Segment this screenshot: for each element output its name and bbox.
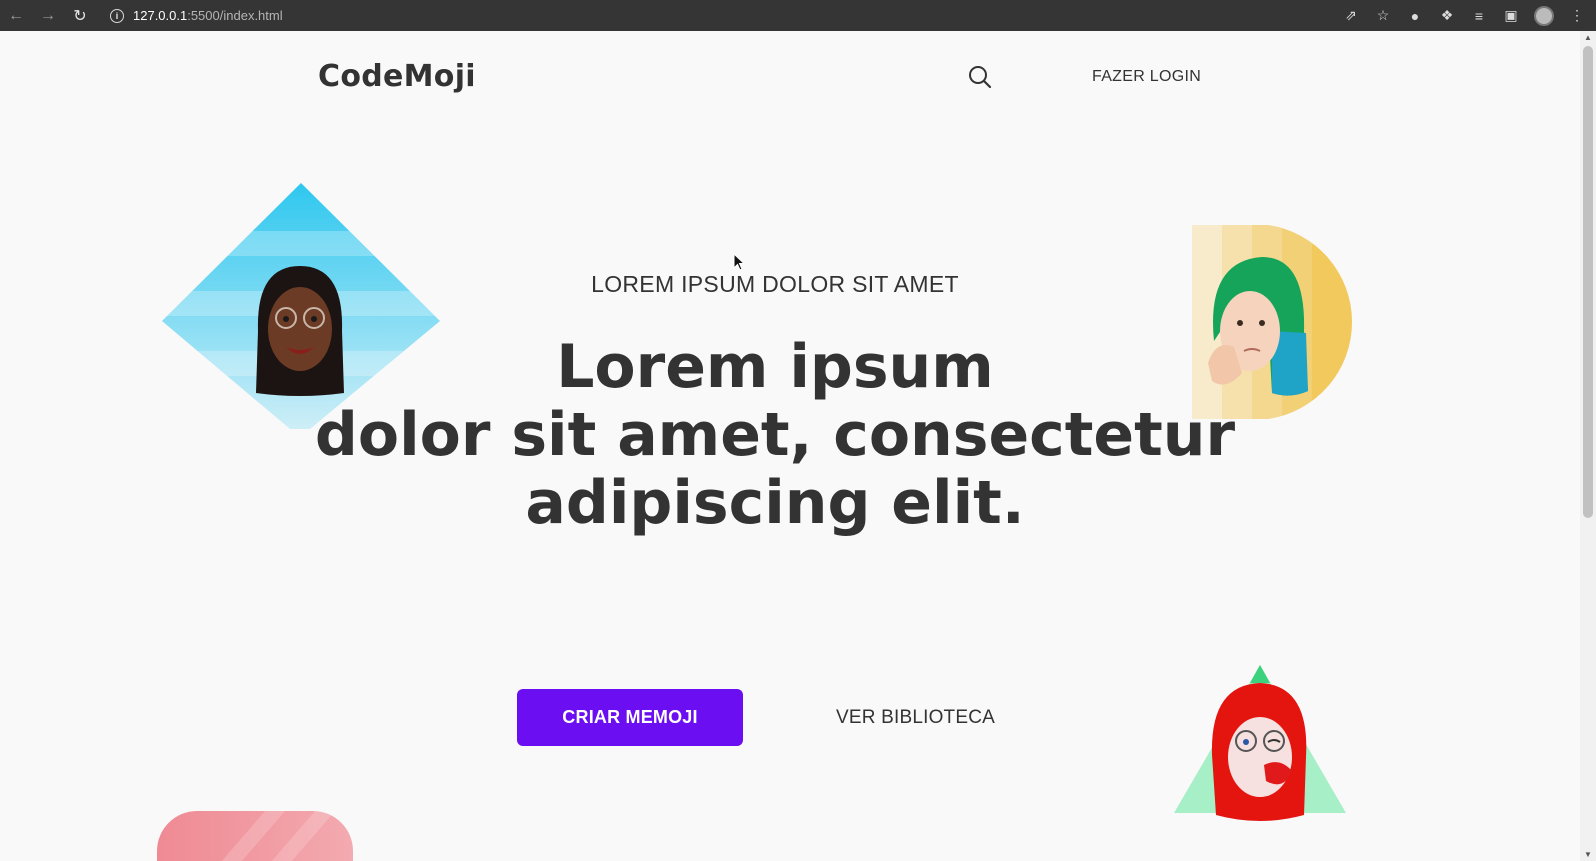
create-memoji-button[interactable]: CRIAR MEMOJI [517, 689, 743, 746]
extension-icon[interactable]: ● [1406, 8, 1424, 24]
search-icon[interactable] [968, 65, 992, 89]
hero-subtitle: LOREM IPSUM DOLOR SIT AMET [591, 271, 959, 297]
url-host: 127.0.0.1 [133, 8, 188, 23]
scroll-down-icon[interactable]: ▼ [1584, 850, 1592, 859]
headline-line-2: dolor sit amet, consectetur [314, 400, 1236, 470]
address-bar[interactable]: i 127.0.0.1:5500/index.html [110, 8, 283, 23]
memoji-pill-image [157, 811, 353, 861]
reload-icon[interactable]: ↻ [64, 0, 96, 31]
memoji-triangle-image [1174, 665, 1346, 821]
url-path: :5500/index.html [187, 8, 283, 23]
puzzle-icon[interactable]: ❖ [1438, 7, 1456, 24]
site-info-icon[interactable]: i [110, 8, 124, 23]
view-library-button[interactable]: VER BIBLIOTECA [818, 703, 1013, 733]
side-panel-icon[interactable]: ▣ [1502, 7, 1520, 24]
scrollbar-thumb[interactable] [1583, 46, 1593, 518]
page-content: CodeMoji FAZER LOGIN LOREM IPSUM DOLOR S… [0, 31, 1580, 861]
menu-kebab-icon[interactable]: ⋮ [1568, 7, 1586, 24]
profile-avatar[interactable] [1534, 5, 1554, 26]
back-icon[interactable]: ← [0, 0, 32, 31]
headline-line-3: adipiscing elit. [525, 468, 1025, 538]
bookmark-star-icon[interactable]: ☆ [1374, 7, 1392, 24]
headline-line-1: Lorem ipsum [556, 332, 994, 402]
scroll-up-icon[interactable]: ▲ [1584, 33, 1592, 42]
forward-icon[interactable]: → [32, 0, 64, 31]
page-scrollbar[interactable]: ▲ ▼ [1580, 31, 1596, 861]
login-link[interactable]: FAZER LOGIN [1092, 68, 1201, 86]
browser-toolbar: ← → ↻ i 127.0.0.1:5500/index.html ⇗ ☆ ● … [0, 0, 1596, 31]
site-logo[interactable]: CodeMoji [318, 59, 476, 94]
media-icon[interactable]: ≡ [1470, 8, 1488, 24]
hero-headline: Lorem ipsum dolor sit amet, consectetur … [0, 333, 1550, 537]
mouse-cursor-icon [733, 253, 746, 271]
share-icon[interactable]: ⇗ [1342, 7, 1360, 24]
